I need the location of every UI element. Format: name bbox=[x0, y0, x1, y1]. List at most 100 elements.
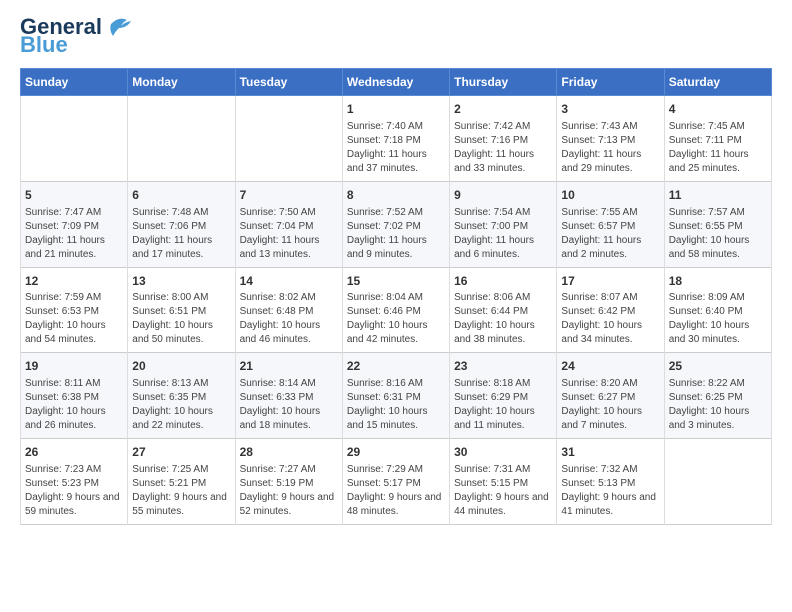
column-header-wednesday: Wednesday bbox=[342, 69, 449, 96]
day-cell bbox=[128, 96, 235, 182]
day-info: Sunrise: 7:55 AM Sunset: 6:57 PM Dayligh… bbox=[561, 206, 659, 262]
day-cell: 7Sunrise: 7:50 AM Sunset: 7:04 PM Daylig… bbox=[235, 181, 342, 267]
day-cell: 31Sunrise: 7:32 AM Sunset: 5:13 PM Dayli… bbox=[557, 439, 664, 525]
calendar-table: SundayMondayTuesdayWednesdayThursdayFrid… bbox=[20, 68, 772, 525]
day-cell: 23Sunrise: 8:18 AM Sunset: 6:29 PM Dayli… bbox=[450, 353, 557, 439]
day-info: Sunrise: 8:09 AM Sunset: 6:40 PM Dayligh… bbox=[669, 291, 767, 347]
day-info: Sunrise: 7:43 AM Sunset: 7:13 PM Dayligh… bbox=[561, 120, 659, 176]
week-row-4: 19Sunrise: 8:11 AM Sunset: 6:38 PM Dayli… bbox=[21, 353, 772, 439]
page-header: General Blue bbox=[20, 16, 772, 56]
day-info: Sunrise: 7:54 AM Sunset: 7:00 PM Dayligh… bbox=[454, 206, 552, 262]
day-cell: 29 Sunrise: 7:29 AM Sunset: 5:17 PM Dayli… bbox=[342, 439, 449, 525]
day-info: Sunrise: 7:29 AM Sunset: 5:17 PM Dayligh… bbox=[347, 463, 445, 519]
day-number: 23 bbox=[454, 358, 552, 375]
day-number: 1 bbox=[347, 101, 445, 118]
day-cell: 26 Sunrise: 7:23 AM Sunset: 5:23 PM Dayli… bbox=[21, 439, 128, 525]
day-info: Sunrise: 8:16 AM Sunset: 6:31 PM Dayligh… bbox=[347, 377, 445, 433]
day-number: 17 bbox=[561, 273, 659, 290]
day-number: 16 bbox=[454, 273, 552, 290]
day-number: 25 bbox=[669, 358, 767, 375]
day-number: 4 bbox=[669, 101, 767, 118]
day-number: 20 bbox=[132, 358, 230, 375]
day-number: 15 bbox=[347, 273, 445, 290]
day-number: 30 bbox=[454, 444, 552, 461]
day-number: 5 bbox=[25, 187, 123, 204]
column-header-monday: Monday bbox=[128, 69, 235, 96]
day-cell: 3 Sunrise: 7:43 AM Sunset: 7:13 PM Daylig… bbox=[557, 96, 664, 182]
day-number: 3 bbox=[561, 101, 659, 118]
day-cell: 12Sunrise: 7:59 AM Sunset: 6:53 PM Dayli… bbox=[21, 267, 128, 353]
day-cell: 25 Sunrise: 8:22 AM Sunset: 6:25 PM Dayli… bbox=[664, 353, 771, 439]
day-number: 22 bbox=[347, 358, 445, 375]
day-cell: 5 Sunrise: 7:47 AM Sunset: 7:09 PM Daylig… bbox=[21, 181, 128, 267]
day-info: Sunrise: 7:42 AM Sunset: 7:16 PM Dayligh… bbox=[454, 120, 552, 176]
day-number: 6 bbox=[132, 187, 230, 204]
day-number: 13 bbox=[132, 273, 230, 290]
day-info: Sunrise: 7:57 AM Sunset: 6:55 PM Dayligh… bbox=[669, 206, 767, 262]
header-row: SundayMondayTuesdayWednesdayThursdayFrid… bbox=[21, 69, 772, 96]
column-header-friday: Friday bbox=[557, 69, 664, 96]
day-number: 14 bbox=[240, 273, 338, 290]
day-number: 29 bbox=[347, 444, 445, 461]
day-number: 9 bbox=[454, 187, 552, 204]
week-row-2: 5 Sunrise: 7:47 AM Sunset: 7:09 PM Daylig… bbox=[21, 181, 772, 267]
day-cell bbox=[664, 439, 771, 525]
day-number: 10 bbox=[561, 187, 659, 204]
day-cell: 27 Sunrise: 7:25 AM Sunset: 5:21 PM Dayli… bbox=[128, 439, 235, 525]
day-info: Sunrise: 8:04 AM Sunset: 6:46 PM Dayligh… bbox=[347, 291, 445, 347]
day-info: Sunrise: 7:45 AM Sunset: 7:11 PM Dayligh… bbox=[669, 120, 767, 176]
day-cell: 1 Sunrise: 7:40 AM Sunset: 7:18 PM Daylig… bbox=[342, 96, 449, 182]
day-cell bbox=[235, 96, 342, 182]
day-cell: 17Sunrise: 8:07 AM Sunset: 6:42 PM Dayli… bbox=[557, 267, 664, 353]
day-info: Sunrise: 7:27 AM Sunset: 5:19 PM Dayligh… bbox=[240, 463, 338, 519]
logo-blue: Blue bbox=[20, 34, 68, 56]
week-row-5: 26 Sunrise: 7:23 AM Sunset: 5:23 PM Dayli… bbox=[21, 439, 772, 525]
day-info: Sunrise: 8:00 AM Sunset: 6:51 PM Dayligh… bbox=[132, 291, 230, 347]
day-cell: 24 Sunrise: 8:20 AM Sunset: 6:27 PM Dayli… bbox=[557, 353, 664, 439]
day-info: Sunrise: 8:20 AM Sunset: 6:27 PM Dayligh… bbox=[561, 377, 659, 433]
day-number: 27 bbox=[132, 444, 230, 461]
day-cell: 16Sunrise: 8:06 AM Sunset: 6:44 PM Dayli… bbox=[450, 267, 557, 353]
week-row-3: 12Sunrise: 7:59 AM Sunset: 6:53 PM Dayli… bbox=[21, 267, 772, 353]
day-info: Sunrise: 8:11 AM Sunset: 6:38 PM Dayligh… bbox=[25, 377, 123, 433]
day-info: Sunrise: 7:52 AM Sunset: 7:02 PM Dayligh… bbox=[347, 206, 445, 262]
day-cell: 11 Sunrise: 7:57 AM Sunset: 6:55 PM Dayli… bbox=[664, 181, 771, 267]
day-cell: 19Sunrise: 8:11 AM Sunset: 6:38 PM Dayli… bbox=[21, 353, 128, 439]
day-cell: 4 Sunrise: 7:45 AM Sunset: 7:11 PM Daylig… bbox=[664, 96, 771, 182]
day-cell: 10 Sunrise: 7:55 AM Sunset: 6:57 PM Dayli… bbox=[557, 181, 664, 267]
column-header-thursday: Thursday bbox=[450, 69, 557, 96]
day-info: Sunrise: 8:06 AM Sunset: 6:44 PM Dayligh… bbox=[454, 291, 552, 347]
day-cell: 20 Sunrise: 8:13 AM Sunset: 6:35 PM Dayli… bbox=[128, 353, 235, 439]
day-info: Sunrise: 7:40 AM Sunset: 7:18 PM Dayligh… bbox=[347, 120, 445, 176]
day-cell: 9 Sunrise: 7:54 AM Sunset: 7:00 PM Daylig… bbox=[450, 181, 557, 267]
day-number: 24 bbox=[561, 358, 659, 375]
day-info: Sunrise: 7:25 AM Sunset: 5:21 PM Dayligh… bbox=[132, 463, 230, 519]
day-info: Sunrise: 7:48 AM Sunset: 7:06 PM Dayligh… bbox=[132, 206, 230, 262]
day-cell: 30Sunrise: 7:31 AM Sunset: 5:15 PM Dayli… bbox=[450, 439, 557, 525]
day-info: Sunrise: 7:47 AM Sunset: 7:09 PM Dayligh… bbox=[25, 206, 123, 262]
logo: General Blue bbox=[20, 16, 133, 56]
day-number: 28 bbox=[240, 444, 338, 461]
day-cell: 14Sunrise: 8:02 AM Sunset: 6:48 PM Dayli… bbox=[235, 267, 342, 353]
day-number: 11 bbox=[669, 187, 767, 204]
day-cell: 13Sunrise: 8:00 AM Sunset: 6:51 PM Dayli… bbox=[128, 267, 235, 353]
day-cell: 21Sunrise: 8:14 AM Sunset: 6:33 PM Dayli… bbox=[235, 353, 342, 439]
day-cell bbox=[21, 96, 128, 182]
day-number: 2 bbox=[454, 101, 552, 118]
day-info: Sunrise: 8:14 AM Sunset: 6:33 PM Dayligh… bbox=[240, 377, 338, 433]
day-info: Sunrise: 7:23 AM Sunset: 5:23 PM Dayligh… bbox=[25, 463, 123, 519]
day-number: 12 bbox=[25, 273, 123, 290]
day-number: 7 bbox=[240, 187, 338, 204]
day-number: 26 bbox=[25, 444, 123, 461]
day-info: Sunrise: 8:13 AM Sunset: 6:35 PM Dayligh… bbox=[132, 377, 230, 433]
day-cell: 2 Sunrise: 7:42 AM Sunset: 7:16 PM Daylig… bbox=[450, 96, 557, 182]
column-header-sunday: Sunday bbox=[21, 69, 128, 96]
day-cell: 15Sunrise: 8:04 AM Sunset: 6:46 PM Dayli… bbox=[342, 267, 449, 353]
column-header-tuesday: Tuesday bbox=[235, 69, 342, 96]
logo-bird-icon bbox=[105, 14, 133, 36]
day-info: Sunrise: 7:59 AM Sunset: 6:53 PM Dayligh… bbox=[25, 291, 123, 347]
week-row-1: 1 Sunrise: 7:40 AM Sunset: 7:18 PM Daylig… bbox=[21, 96, 772, 182]
column-header-saturday: Saturday bbox=[664, 69, 771, 96]
day-cell: 22 Sunrise: 8:16 AM Sunset: 6:31 PM Dayli… bbox=[342, 353, 449, 439]
day-info: Sunrise: 8:22 AM Sunset: 6:25 PM Dayligh… bbox=[669, 377, 767, 433]
